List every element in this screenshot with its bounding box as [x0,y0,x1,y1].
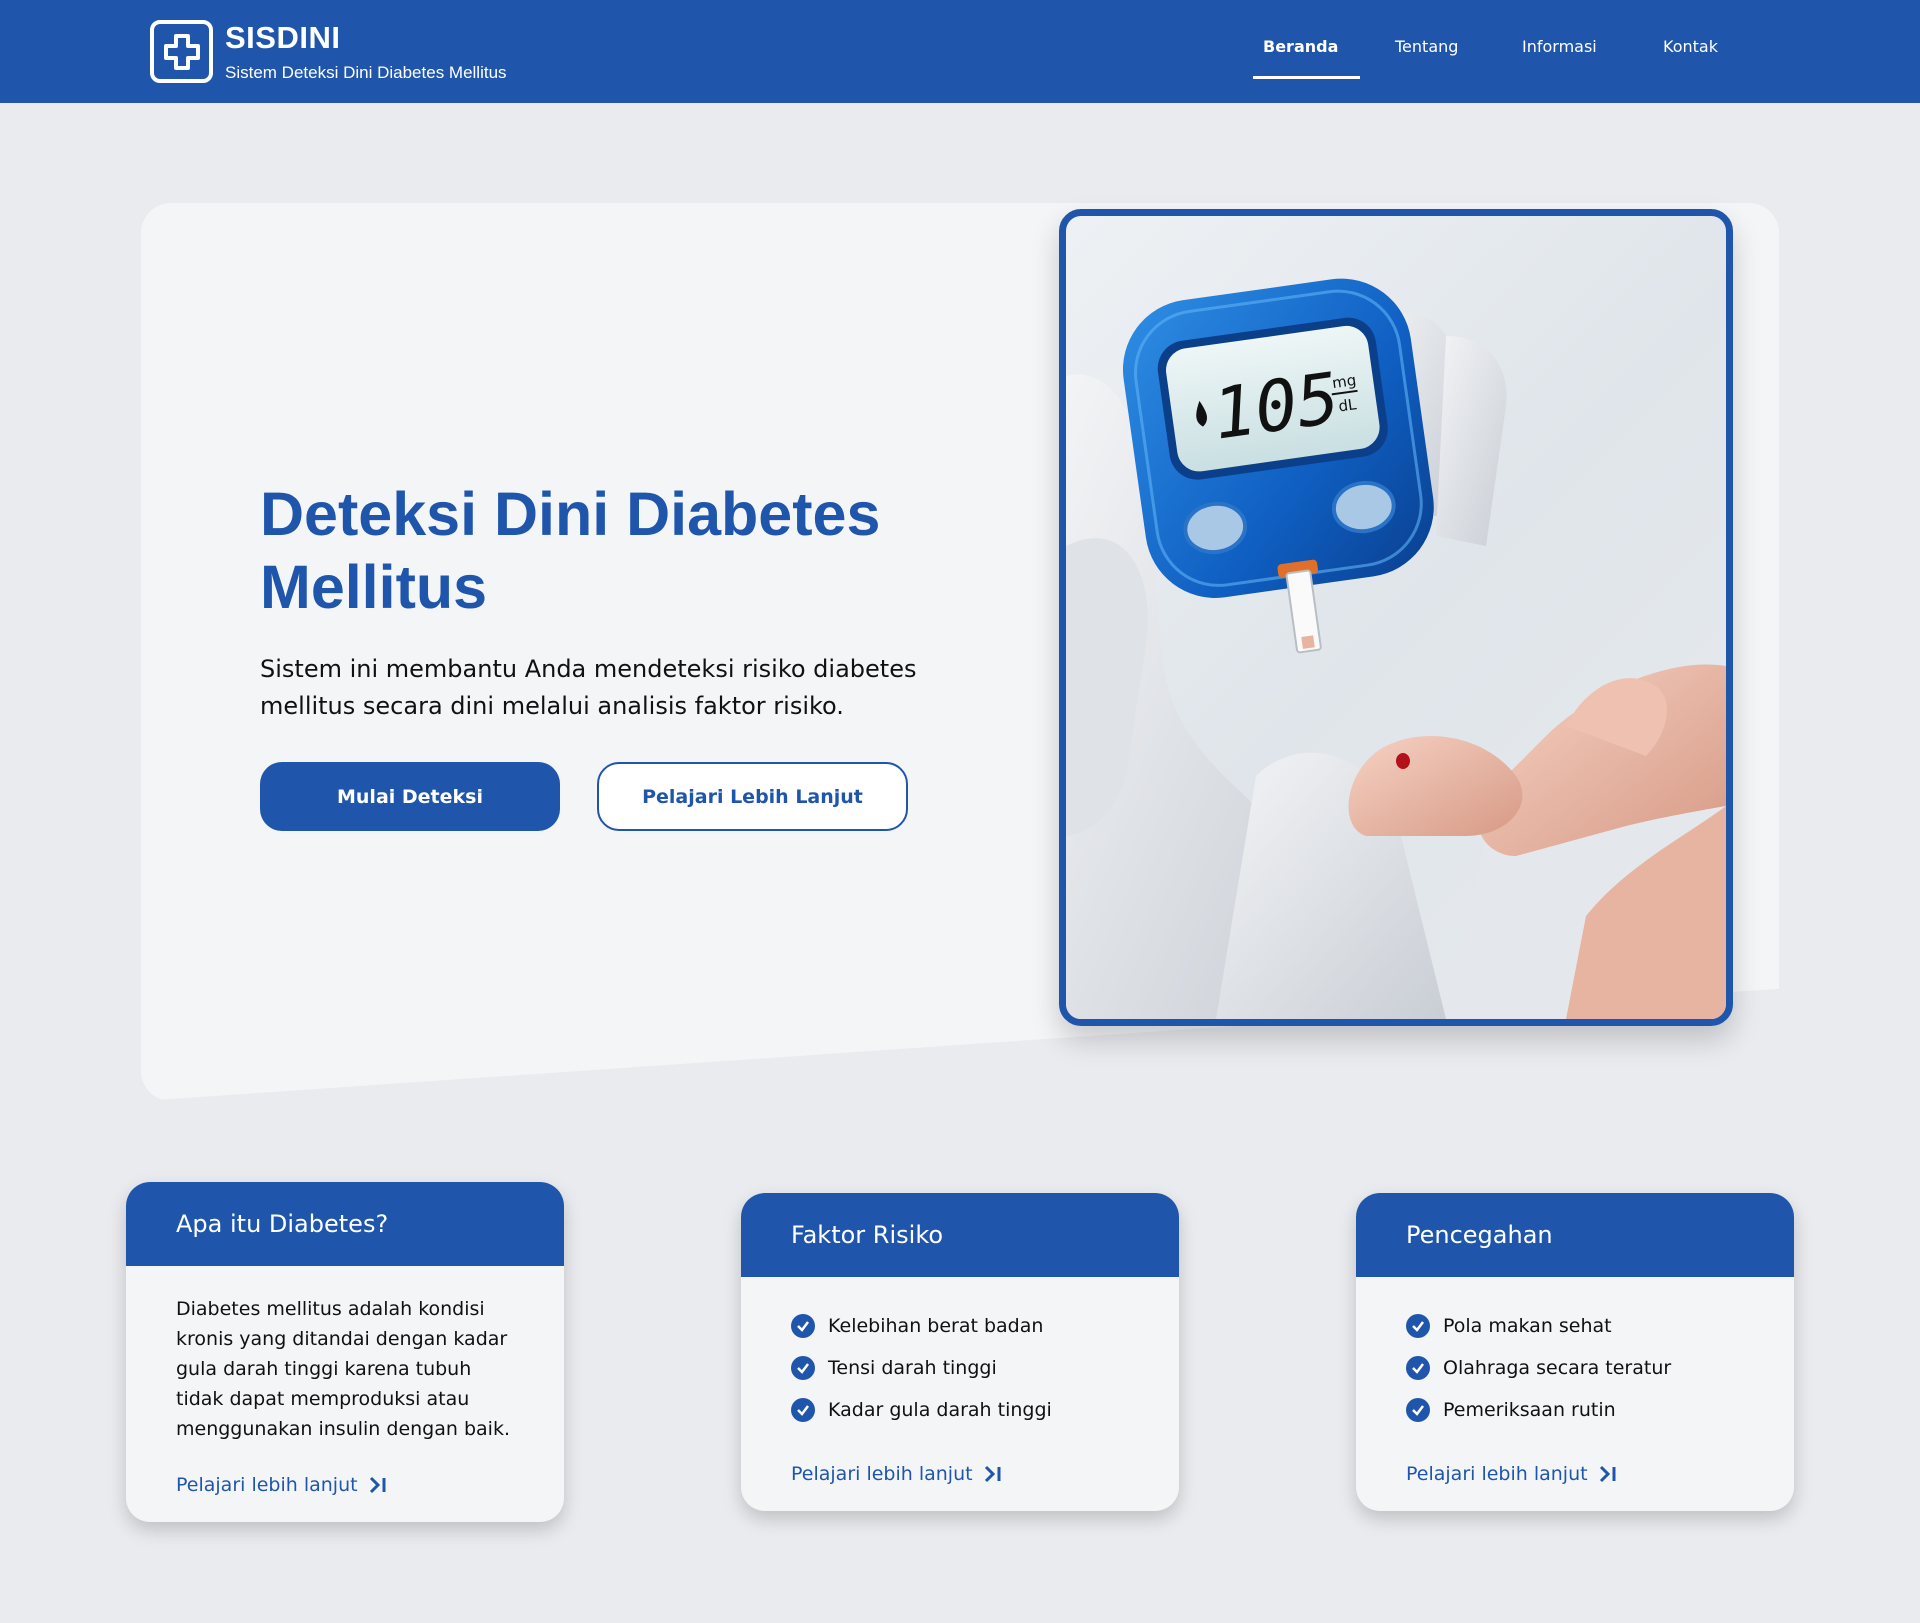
chevron-right-bar-icon [368,1475,388,1495]
check-circle-icon [1406,1398,1430,1422]
meter-unit-bottom: dL [1337,395,1358,415]
list-item-label: Pola makan sehat [1443,1315,1612,1337]
list-item: Pola makan sehat [1406,1305,1744,1347]
nav-item-beranda[interactable]: Beranda [1263,37,1338,56]
meter-unit-top: mg [1331,371,1357,392]
learn-more-link-label: Pelajari lebih lanjut [1406,1463,1588,1485]
card-apa-itu-diabetes: Apa itu Diabetes? Diabetes mellitus adal… [126,1182,564,1522]
check-circle-icon [791,1398,815,1422]
medical-cross-icon[interactable] [150,20,213,83]
prevention-list: Pola makan sehat Olahraga secara teratur… [1406,1305,1744,1431]
list-item-label: Tensi darah tinggi [828,1357,997,1379]
hero-description: Sistem ini membantu Anda mendeteksi risi… [260,655,917,720]
list-item-label: Kadar gula darah tinggi [828,1399,1052,1421]
learn-more-link-label: Pelajari lebih lanjut [791,1463,973,1485]
list-item-label: Olahraga secara teratur [1443,1357,1672,1379]
card-title: Pencegahan [1356,1193,1794,1277]
list-item: Tensi darah tinggi [791,1347,1129,1389]
card-pencegahan: Pencegahan Pola makan sehat Olahraga sec… [1356,1193,1794,1511]
glucose-meter-image: 105 mg dL [1059,209,1733,1026]
list-item-label: Pemeriksaan rutin [1443,1399,1616,1421]
nav-item-tentang[interactable]: Tentang [1395,37,1458,56]
brand-subtitle: Sistem Deteksi Dini Diabetes Mellitus [225,63,507,82]
meter-reading: 105 [1208,357,1345,456]
list-item: Kelebihan berat badan [791,1305,1129,1347]
check-circle-icon [1406,1314,1430,1338]
nav-active-indicator [1253,76,1360,79]
list-item: Olahraga secara teratur [1406,1347,1744,1389]
brand-name[interactable]: SISDINI [225,20,340,56]
nav-item-kontak[interactable]: Kontak [1663,37,1718,56]
check-circle-icon [791,1356,815,1380]
card-faktor-risiko: Faktor Risiko Kelebihan berat badan Tens… [741,1193,1179,1511]
learn-more-link[interactable]: Pelajari lebih lanjut [791,1463,1003,1485]
card-title: Apa itu Diabetes? [126,1182,564,1266]
list-item-label: Kelebihan berat badan [828,1315,1044,1337]
chevron-right-bar-icon [983,1464,1003,1484]
list-item: Pemeriksaan rutin [1406,1389,1744,1431]
list-item: Kadar gula darah tinggi [791,1389,1129,1431]
check-circle-icon [1406,1356,1430,1380]
check-circle-icon [791,1314,815,1338]
card-title: Faktor Risiko [741,1193,1179,1277]
start-detection-button[interactable]: Mulai Deteksi [260,762,560,831]
top-navbar: SISDINI Sistem Deteksi Dini Diabetes Mel… [0,0,1920,103]
learn-more-link[interactable]: Pelajari lebih lanjut [1406,1463,1618,1485]
learn-more-link-label: Pelajari lebih lanjut [176,1474,358,1496]
chevron-right-bar-icon [1598,1464,1618,1484]
learn-more-link[interactable]: Pelajari lebih lanjut [176,1474,388,1496]
learn-more-button[interactable]: Pelajari Lebih Lanjut [597,762,908,831]
nav-item-informasi[interactable]: Informasi [1522,37,1597,56]
risk-factor-list: Kelebihan berat badan Tensi darah tinggi… [791,1305,1129,1431]
card-description: Diabetes mellitus adalah kondisi kronis … [176,1298,510,1440]
hero-title: Deteksi Dini Diabetes Mellitus [260,480,881,621]
